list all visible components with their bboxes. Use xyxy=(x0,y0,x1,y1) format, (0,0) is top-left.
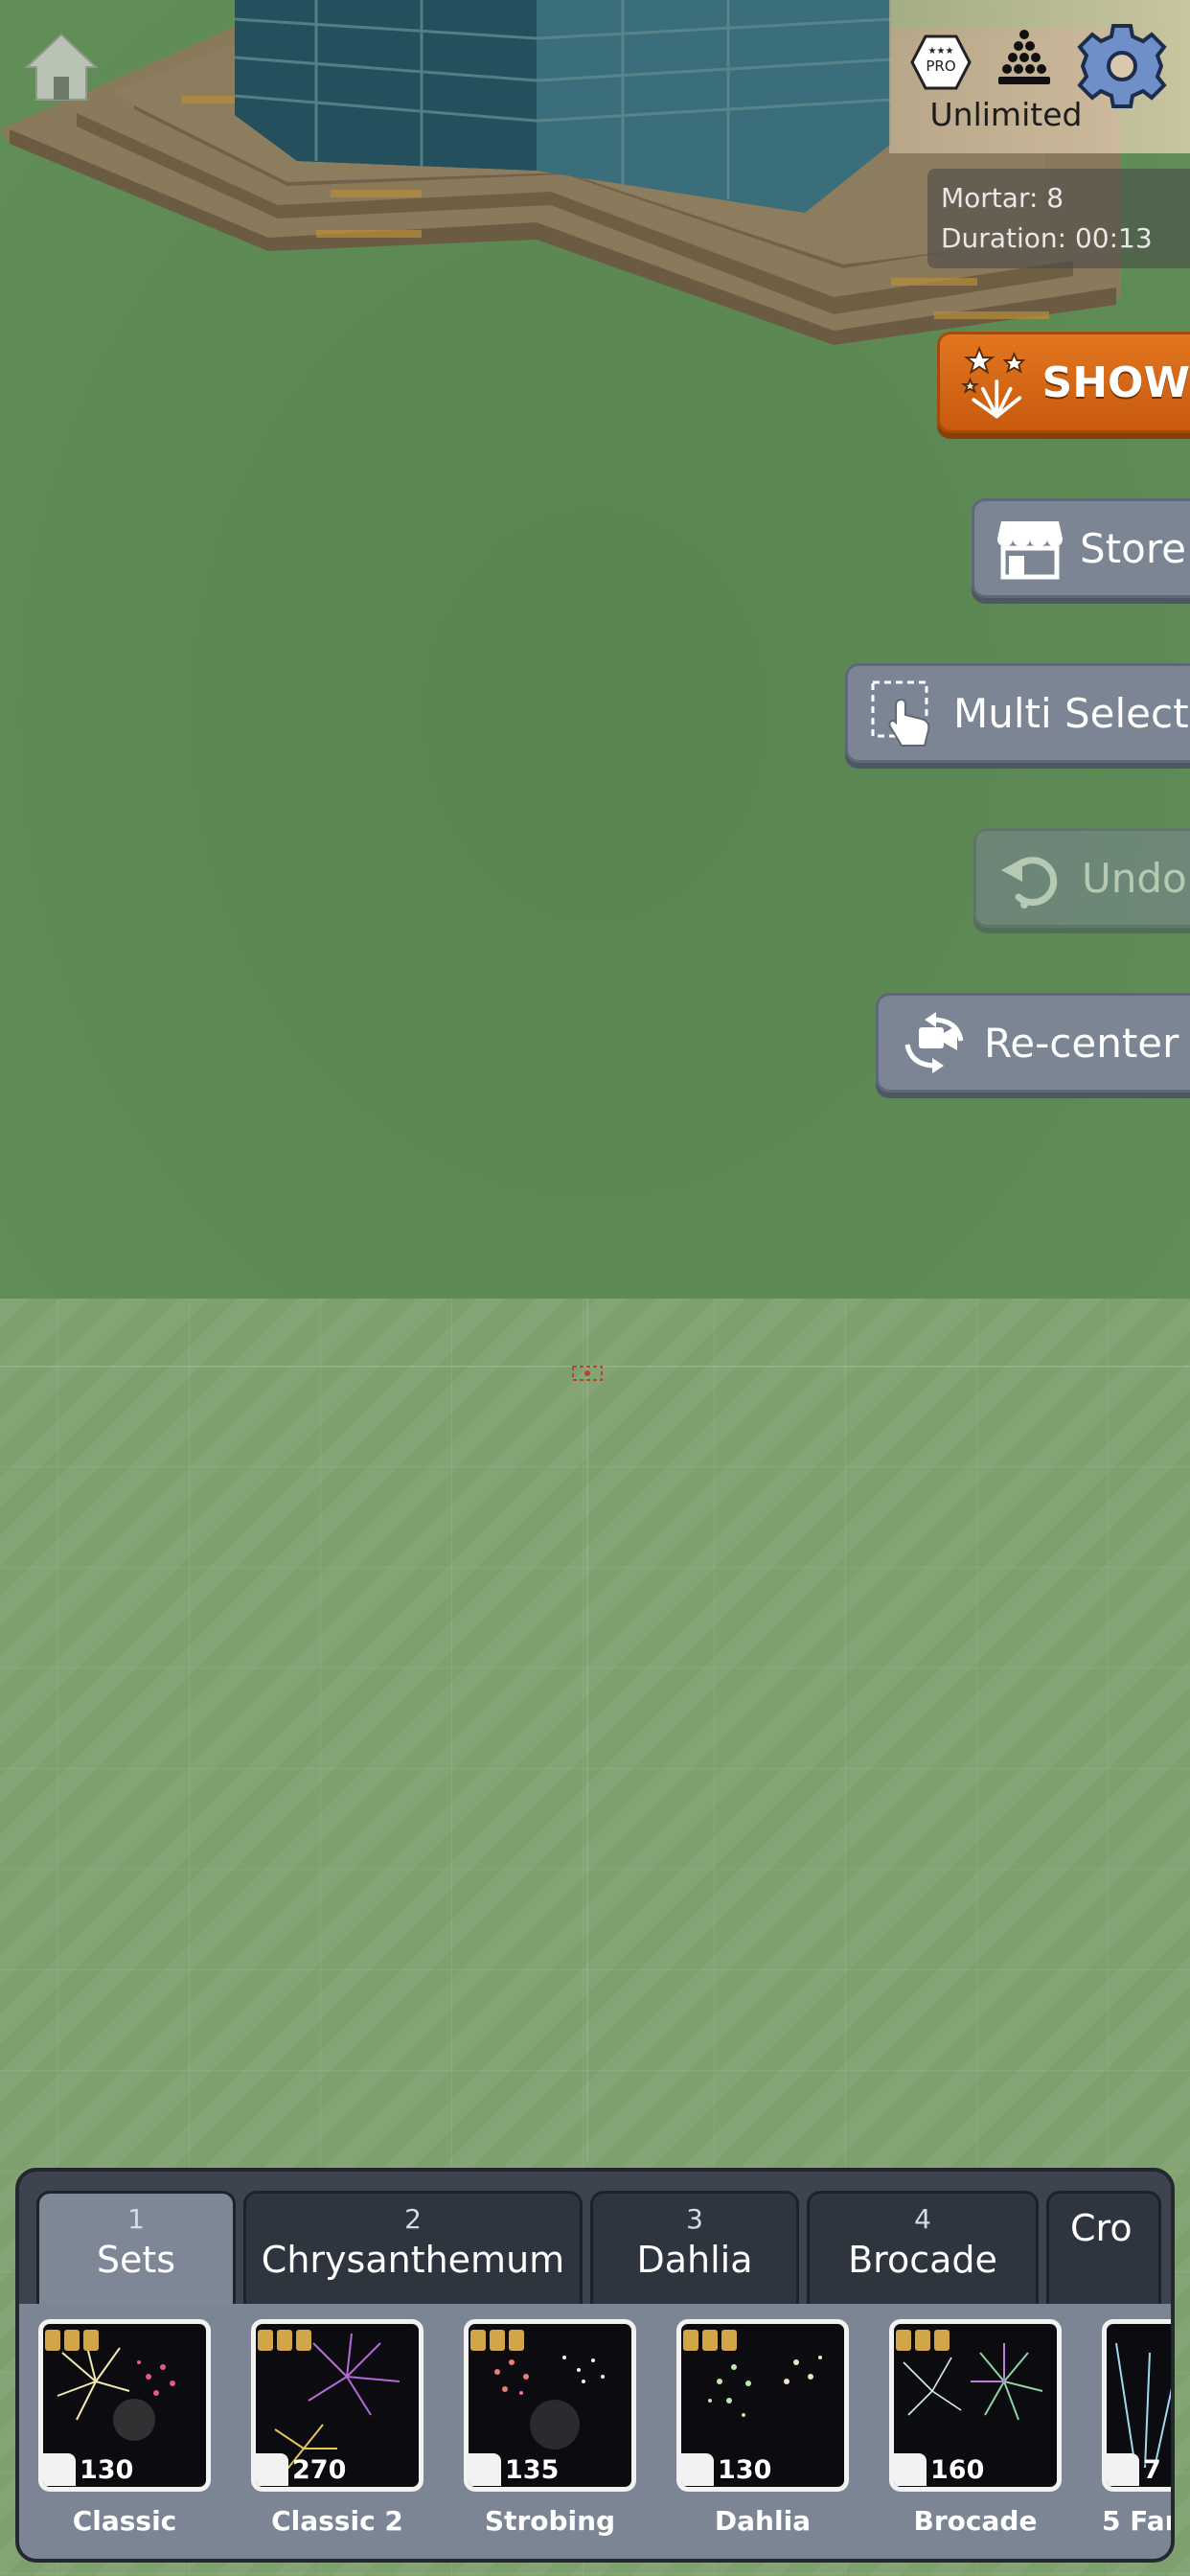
mortar-mini-icon xyxy=(1107,2453,1139,2486)
mortar-mini-icon xyxy=(681,2453,714,2486)
seats-icon xyxy=(683,2330,737,2351)
card-thumbnail: 130 xyxy=(676,2319,849,2492)
multi-select-button[interactable]: Multi Select xyxy=(845,663,1190,763)
home-icon[interactable] xyxy=(21,27,102,107)
tab-label: Chrysanthemum xyxy=(261,2239,565,2281)
store-button[interactable]: Store xyxy=(972,498,1190,598)
card-thumbnail: 270 xyxy=(251,2319,423,2492)
seats-icon xyxy=(45,2330,99,2351)
firework-card-5-fan[interactable]: 7 5 Fan xyxy=(1102,2319,1171,2537)
undo-icon xyxy=(1001,857,1058,908)
card-name: Classic 2 xyxy=(271,2505,403,2537)
store-icon xyxy=(997,521,1063,580)
card-name: 5 Fan xyxy=(1102,2505,1171,2537)
svg-text:★★★: ★★★ xyxy=(928,46,954,57)
grid-axis-vertical xyxy=(586,1299,588,2161)
mortar-mini-icon xyxy=(894,2453,927,2486)
tab-brocade[interactable]: 4 Brocade xyxy=(807,2191,1039,2304)
mortar-stack-icon xyxy=(998,30,1050,84)
card-thumbnail: 160 xyxy=(889,2319,1062,2492)
tab-label: Brocade xyxy=(848,2239,997,2281)
tab-number xyxy=(1070,2194,1158,2203)
mortar-mini-icon xyxy=(256,2453,288,2486)
tab-sets[interactable]: 1 Sets xyxy=(36,2191,236,2304)
center-marker-icon xyxy=(572,1366,603,1381)
status-label: Unlimited xyxy=(929,96,1083,133)
firework-tray: 1 Sets 2 Chrysanthemum 3 Dahlia 4 Brocad… xyxy=(15,2168,1175,2563)
tab-label: Sets xyxy=(96,2239,176,2281)
tab-chrysanthemum[interactable]: 2 Chrysanthemum xyxy=(243,2191,583,2304)
recenter-button[interactable]: Re-center xyxy=(876,993,1190,1092)
recenter-label: Re-center xyxy=(984,1019,1179,1067)
mortar-count-bar: 160 xyxy=(894,2452,1057,2487)
mortar-mini-icon xyxy=(469,2453,501,2486)
seats-icon xyxy=(258,2330,311,2351)
firework-card-dahlia[interactable]: 130 Dahlia xyxy=(676,2319,849,2537)
mortar-count: 130 xyxy=(718,2454,772,2485)
duration-text: Duration: 00:13 xyxy=(941,222,1153,254)
card-thumbnail: 7 xyxy=(1102,2319,1171,2492)
mortar-count: 130 xyxy=(80,2454,134,2485)
tab-dahlia[interactable]: 3 Dahlia xyxy=(590,2191,799,2304)
firework-card-brocade[interactable]: 160 Brocade xyxy=(889,2319,1062,2537)
card-thumbnail: 135 xyxy=(464,2319,636,2492)
pro-badge-icon[interactable]: PRO ★★★ xyxy=(910,33,972,92)
card-name: Classic xyxy=(72,2505,177,2537)
mortar-count-bar: 7 xyxy=(1107,2452,1171,2487)
store-label: Store xyxy=(1080,524,1187,572)
seats-icon xyxy=(896,2330,950,2351)
mortar-count: 270 xyxy=(292,2454,347,2485)
card-thumbnail: 130 xyxy=(38,2319,211,2492)
tab-number: 3 xyxy=(686,2203,703,2235)
tab-label: Dahlia xyxy=(636,2239,753,2281)
card-name: Dahlia xyxy=(714,2505,812,2537)
show-button[interactable]: SHOW xyxy=(937,332,1190,433)
mortar-count: 7 xyxy=(1143,2454,1161,2485)
tab-crossette[interactable]: Cro xyxy=(1046,2191,1161,2304)
card-name: Brocade xyxy=(913,2505,1038,2537)
seats-icon xyxy=(470,2330,524,2351)
multi-select-icon xyxy=(871,680,930,747)
show-info-box: Mortar: 8 Duration: 00:13 xyxy=(927,169,1190,268)
fireworks-icon xyxy=(960,345,1026,419)
mortar-count-text: Mortar: 8 xyxy=(941,182,1064,214)
show-label: SHOW xyxy=(1041,357,1190,407)
category-tabs: 1 Sets 2 Chrysanthemum 3 Dahlia 4 Brocad… xyxy=(36,2191,1161,2304)
tab-number: 4 xyxy=(914,2203,931,2235)
firework-card-list: 130 Classic 270 Classic 2 135 Strobing 1… xyxy=(38,2319,1171,2537)
firework-card-classic[interactable]: 130 Classic xyxy=(38,2319,211,2537)
mortar-count-bar: 270 xyxy=(256,2452,419,2487)
recenter-icon xyxy=(904,1012,964,1073)
card-name: Strobing xyxy=(484,2505,616,2537)
firework-card-strobing[interactable]: 135 Strobing xyxy=(464,2319,636,2537)
multi-select-label: Multi Select xyxy=(953,689,1189,737)
mortar-count-bar: 130 xyxy=(681,2452,844,2487)
tab-number: 1 xyxy=(127,2203,145,2235)
undo-label: Undo xyxy=(1082,854,1187,902)
mortar-count: 135 xyxy=(505,2454,560,2485)
tab-number: 2 xyxy=(404,2203,422,2235)
mortar-mini-icon xyxy=(43,2453,76,2486)
mortar-count-bar: 130 xyxy=(43,2452,206,2487)
svg-text:PRO: PRO xyxy=(926,58,955,75)
firework-card-classic-2[interactable]: 270 Classic 2 xyxy=(251,2319,423,2537)
mortar-count-bar: 135 xyxy=(469,2452,631,2487)
tab-label: Cro xyxy=(1070,2207,1133,2249)
mortar-count: 160 xyxy=(930,2454,985,2485)
undo-button[interactable]: Undo xyxy=(973,828,1190,928)
